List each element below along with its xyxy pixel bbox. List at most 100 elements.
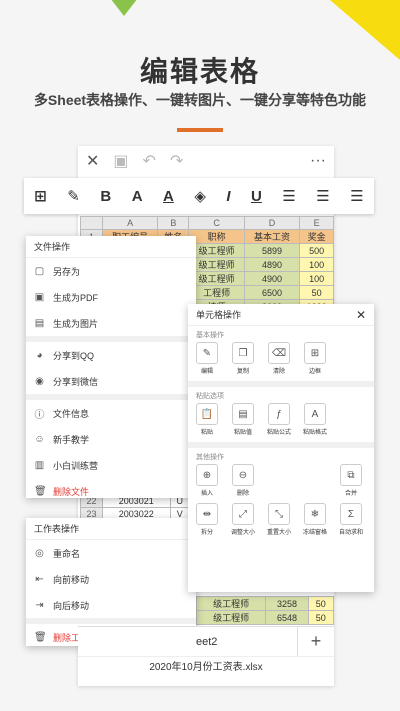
fill-color-icon[interactable]: ◈: [194, 187, 206, 205]
menu-item-share-wechat[interactable]: ◉ 分享到微信: [26, 368, 196, 394]
undo-icon[interactable]: ↶: [143, 151, 156, 171]
column-header[interactable]: C: [188, 216, 245, 230]
cell[interactable]: 500: [299, 243, 334, 258]
section-label: 粘贴选项: [196, 393, 224, 400]
image-icon: ▤: [34, 317, 45, 329]
tile-paste-value[interactable]: ▤ 粘贴值: [230, 403, 256, 436]
menu-item-pdf[interactable]: ▣ 生成为PDF: [26, 284, 196, 310]
delete-icon: ⊖: [232, 464, 254, 486]
font-size-button[interactable]: A: [132, 188, 143, 205]
column-header[interactable]: A: [101, 216, 159, 230]
tile-copy[interactable]: ❐ 复制: [230, 342, 256, 375]
menu-item-tutorial[interactable]: ☺ 新手教学: [26, 426, 196, 452]
column-header[interactable]: D: [243, 216, 301, 230]
cell[interactable]: 级工程师: [188, 243, 245, 258]
cell[interactable]: 5899: [243, 243, 301, 258]
save-icon[interactable]: ▣: [113, 151, 128, 171]
tile-autosum[interactable]: Σ 自动求和: [338, 503, 364, 536]
table-row: 级工程师 6548 50: [195, 610, 335, 625]
book-icon: ▥: [34, 459, 45, 471]
redo-icon[interactable]: ↷: [170, 151, 183, 171]
cell[interactable]: 100: [299, 257, 334, 272]
column-header[interactable]: B: [157, 216, 190, 230]
cell[interactable]: 级工程师: [188, 257, 245, 272]
cell[interactable]: 50: [307, 596, 335, 611]
underline-button[interactable]: U: [251, 188, 262, 205]
paste-formula-icon: ƒ: [268, 403, 290, 425]
tile-reset-size[interactable]: ⤡ 重置大小: [266, 503, 292, 536]
trash-icon: 🗑: [34, 631, 47, 643]
paste-format-icon: A: [304, 403, 326, 425]
align-center-icon[interactable]: ☰: [316, 187, 329, 205]
menu-item-file-info[interactable]: ⓘ 文件信息: [26, 400, 196, 426]
wechat-icon: ◉: [35, 375, 44, 387]
file-menu: 文件操作 ▢ 另存为 ▣ 生成为PDF ▤ 生成为图片 ◕ 分享到QQ ◉ 分享到微信 ⓘ…: [26, 236, 196, 498]
menu-item-training[interactable]: ▥ 小白训练营: [26, 452, 196, 478]
promo-subtitle: 多Sheet表格操作、一键转图片、一键分享等特色功能: [33, 92, 367, 108]
align-right-icon[interactable]: ☰: [350, 187, 363, 205]
decor-triangle-green: [96, 0, 152, 16]
cell[interactable]: 工程师: [188, 285, 245, 300]
top-bar: ✕ ▣ ↶ ↷ ···: [78, 146, 334, 176]
cell[interactable]: 级工程师: [195, 596, 267, 611]
italic-button[interactable]: I: [226, 188, 230, 205]
tile-border[interactable]: ⊞ 边框: [302, 342, 328, 375]
font-color-button[interactable]: A: [163, 188, 174, 205]
sheet-tab-bar: eet2 +: [78, 626, 334, 657]
grid-icon[interactable]: ⊞: [34, 187, 47, 205]
tile-resize[interactable]: ⤢ 调整大小: [230, 503, 256, 536]
edit-icon[interactable]: ✎: [67, 187, 80, 205]
more-icon[interactable]: ···: [310, 152, 326, 170]
tile-edit[interactable]: ✎ 编辑: [194, 342, 220, 375]
cell[interactable]: 4900: [243, 271, 301, 286]
tile-split[interactable]: ⇹ 拆分: [194, 503, 220, 536]
section-label: 其他操作: [196, 454, 224, 461]
menu-item-save-as[interactable]: ▢ 另存为: [26, 258, 196, 284]
table-row: 级工程师 3258 50: [195, 596, 335, 611]
tile-paste-formula[interactable]: ƒ 粘贴公式: [266, 403, 292, 436]
close-icon[interactable]: ✕: [356, 308, 366, 322]
menu-item-image[interactable]: ▤ 生成为图片: [26, 310, 196, 336]
bold-button[interactable]: B: [100, 188, 111, 205]
add-sheet-button[interactable]: +: [298, 631, 334, 652]
tile-paste[interactable]: 📋 粘贴: [194, 403, 220, 436]
tile-merge[interactable]: ⧉ 合并: [338, 464, 364, 497]
menu-item-delete-file[interactable]: 🗑 删除文件: [26, 478, 196, 504]
cell[interactable]: 6548: [265, 610, 309, 625]
info-icon: ⓘ: [34, 409, 45, 421]
split-icon: ⇹: [196, 503, 218, 525]
close-icon[interactable]: ✕: [86, 151, 99, 171]
file-name: 2020年10月份工资表.xlsx: [78, 656, 334, 678]
tile-insert[interactable]: ⊕ 插入: [194, 464, 220, 497]
column-header[interactable]: E: [299, 216, 334, 230]
cell[interactable]: 4890: [243, 257, 301, 272]
cell[interactable]: 50: [307, 610, 335, 625]
cell[interactable]: 职称: [188, 229, 245, 244]
cell[interactable]: 基本工资: [243, 229, 301, 244]
spreadsheet-grid-tail[interactable]: 级工程师 3258 50 级工程师 6548 50: [195, 596, 335, 625]
cell[interactable]: 6500: [243, 285, 301, 300]
cell[interactable]: 级工程师: [195, 610, 267, 625]
cell-menu-title: 单元格操作: [196, 310, 242, 320]
border-icon: ⊞: [304, 342, 326, 364]
cell[interactable]: 100: [299, 271, 334, 286]
tile-paste-format[interactable]: A 粘贴格式: [302, 403, 328, 436]
promo-title: 编辑表格: [139, 56, 260, 87]
menu-item-rename[interactable]: ◎ 重命名: [26, 540, 196, 566]
menu-item-move-back[interactable]: ⇥ 向后移动: [26, 592, 196, 618]
tile-clear[interactable]: ⌫ 清除: [266, 342, 292, 375]
tile-delete[interactable]: ⊖ 删除: [230, 464, 256, 497]
sheet-tab[interactable]: eet2: [196, 636, 217, 648]
save-as-icon: ▢: [34, 265, 45, 277]
cell[interactable]: 3258: [265, 596, 309, 611]
align-left-icon[interactable]: ☰: [282, 187, 295, 205]
accent-divider: [177, 128, 223, 132]
cell[interactable]: 50: [299, 285, 334, 300]
cell[interactable]: 奖金: [299, 229, 334, 244]
menu-item-move-forward[interactable]: ⇤ 向前移动: [26, 566, 196, 592]
insert-icon: ⊕: [196, 464, 218, 486]
tile-freeze[interactable]: ❄ 冻结窗格: [302, 503, 328, 536]
edit-icon: ✎: [196, 342, 218, 364]
menu-item-share-qq[interactable]: ◕ 分享到QQ: [26, 342, 196, 368]
cell[interactable]: 级工程师: [188, 271, 245, 286]
